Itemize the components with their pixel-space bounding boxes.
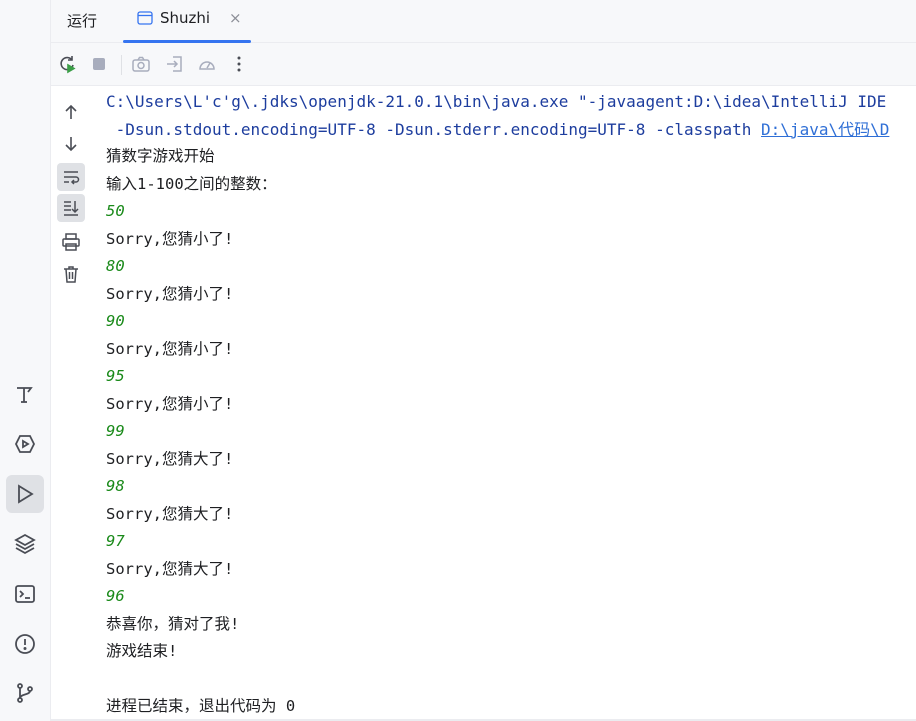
- stop-icon[interactable]: [86, 52, 112, 76]
- close-icon[interactable]: ×: [229, 9, 242, 27]
- command-args: -Dsun.stdout.encoding=UTF-8 -Dsun.stderr…: [106, 119, 762, 139]
- console-lines: 猜数字游戏开始输入1-100之间的整数： 50 Sorry,您猜小了! 80 Sorry…: [106, 143, 916, 721]
- user-input-line: 98: [106, 477, 125, 495]
- output-line: 游戏结束!: [106, 642, 178, 660]
- build-icon[interactable]: [6, 376, 44, 414]
- output-line: Sorry,您猜大了!: [106, 449, 234, 468]
- output-line: Sorry,您猜大了!: [106, 559, 234, 578]
- trash-icon[interactable]: [57, 260, 85, 288]
- output-line: Sorry,您猜小了!: [106, 284, 234, 303]
- output-line: 猜数字游戏开始: [106, 147, 215, 165]
- rerun-icon[interactable]: [54, 52, 80, 76]
- application-icon: [137, 11, 153, 25]
- terminal-icon[interactable]: [6, 575, 44, 613]
- layers-icon[interactable]: [6, 525, 44, 563]
- scroll-to-end-icon[interactable]: [57, 194, 85, 222]
- soft-wrap-icon[interactable]: [57, 163, 85, 191]
- output-line: 恭喜你，猜对了我!: [106, 614, 240, 633]
- output-line: 进程已结束，退出代码为 0: [106, 697, 296, 715]
- run-icon[interactable]: [6, 475, 44, 513]
- user-input-line: 90: [106, 312, 125, 330]
- output-line: 输入1-100之间的整数：: [106, 174, 277, 193]
- import-icon[interactable]: [162, 52, 188, 76]
- output-line: Sorry,您猜小了!: [106, 229, 234, 248]
- command-line-continued: -Dsun.stdout.encoding=UTF-8 -Dsun.stderr…: [106, 116, 916, 144]
- arrow-up-icon[interactable]: [57, 98, 85, 126]
- services-icon[interactable]: [6, 425, 44, 463]
- tab-shuzhi[interactable]: Shuzhi ×: [121, 0, 251, 43]
- output-line: Sorry,您猜大了!: [106, 504, 234, 523]
- user-input-line: 97: [106, 532, 125, 550]
- camera-icon[interactable]: [128, 52, 154, 76]
- console-output[interactable]: C:\Users\L'c'g\.jdks\openjdk-21.0.1\bin\…: [106, 88, 916, 721]
- tool-window-strip: [0, 0, 51, 721]
- toolbar-separator: [121, 55, 122, 75]
- arrow-down-icon[interactable]: [57, 130, 85, 158]
- tab-label: Shuzhi: [160, 9, 211, 27]
- problems-icon[interactable]: [6, 625, 44, 663]
- dashboard-icon[interactable]: [194, 52, 220, 76]
- classpath-link[interactable]: D:\java\代码\D: [761, 120, 889, 139]
- console-gutter: [51, 86, 93, 721]
- user-input-line: 99: [106, 422, 125, 440]
- command-line: C:\Users\L'c'g\.jdks\openjdk-21.0.1\bin\…: [106, 92, 887, 111]
- output-line: Sorry,您猜小了!: [106, 394, 234, 413]
- user-input-line: 80: [106, 257, 125, 275]
- print-icon[interactable]: [57, 228, 85, 256]
- user-input-line: 96: [106, 587, 125, 605]
- user-input-line: 50: [106, 202, 125, 220]
- run-toolbar: [51, 43, 916, 86]
- run-tool-window-header: 运行 Shuzhi ×: [51, 0, 916, 43]
- output-line: Sorry,您猜小了!: [106, 339, 234, 358]
- user-input-line: 95: [106, 367, 125, 385]
- more-icon[interactable]: [226, 52, 252, 76]
- git-icon[interactable]: [6, 674, 44, 712]
- run-tool-window-title: 运行: [67, 12, 98, 30]
